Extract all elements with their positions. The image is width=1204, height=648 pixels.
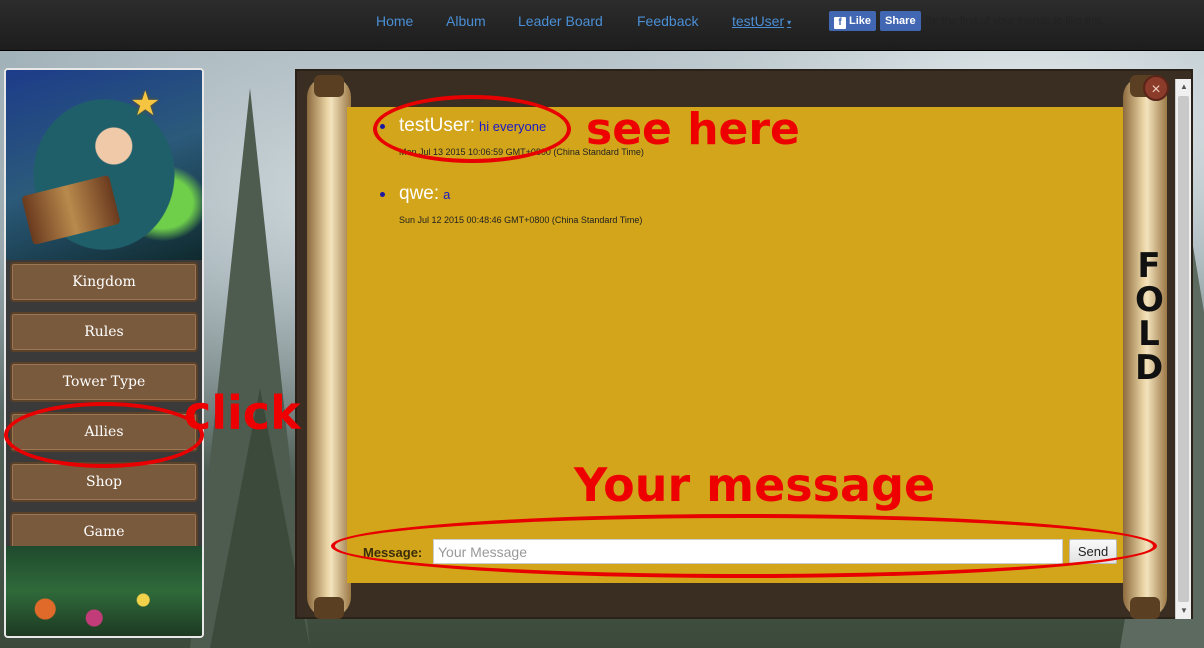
annotation-ellipse-message (331, 514, 1157, 578)
annotation-click: click (184, 386, 301, 440)
facebook-like-button[interactable]: f Like (829, 11, 877, 31)
message-text: a (443, 187, 451, 202)
message-user: qwe: (399, 183, 440, 204)
annotation-your-message: Your message (574, 458, 936, 512)
scroll-up-icon[interactable]: ▲ (1176, 79, 1192, 95)
nav-home-link[interactable]: Home (376, 13, 413, 29)
close-icon[interactable]: × (1143, 75, 1169, 101)
facebook-like-label: Like (849, 15, 872, 27)
user-menu-dropdown[interactable]: testUser ▾ (732, 13, 791, 29)
sidebar-rules-button[interactable]: Rules (10, 312, 198, 352)
fold-letter: F (1137, 246, 1161, 286)
facebook-like-text: Be the first of your friends to like thi… (925, 15, 1106, 27)
chevron-down-icon: ▾ (787, 17, 792, 27)
forest-illustration (6, 546, 202, 636)
bullet-icon (380, 192, 385, 197)
fold-letter: D (1135, 348, 1164, 388)
message-timestamp: Sun Jul 12 2015 00:48:46 GMT+0800 (China… (399, 215, 643, 225)
sidebar: ★ Kingdom Rules Tower Type Allies Shop G… (4, 68, 204, 638)
nav-leader-board-link[interactable]: Leader Board (518, 13, 603, 29)
top-navbar: Home Album Leader Board Feedback testUse… (0, 0, 1204, 51)
character-portrait: ★ (6, 70, 202, 260)
scroll-roll-left (307, 75, 351, 619)
facebook-share-button[interactable]: Share (880, 11, 921, 31)
scroll-down-icon[interactable]: ▼ (1176, 603, 1192, 619)
facebook-icon: f (834, 17, 846, 29)
scrollbar-thumb[interactable] (1178, 96, 1189, 602)
annotation-see-here: see here (586, 104, 800, 155)
sidebar-tower-type-button[interactable]: Tower Type (10, 362, 198, 402)
scroll-cap (314, 75, 344, 97)
annotation-ellipse-see-here (373, 95, 571, 163)
sidebar-kingdom-button[interactable]: Kingdom (10, 262, 198, 302)
annotation-ellipse-allies (4, 402, 204, 468)
book-illustration (21, 174, 121, 246)
fold-letter: L (1138, 314, 1160, 354)
fold-letter: O (1135, 280, 1164, 320)
sidebar-shop-button[interactable]: Shop (10, 462, 198, 502)
list-item: qwe: a Sun Jul 12 2015 00:48:46 GMT+0800 … (380, 183, 642, 225)
vertical-scrollbar[interactable]: ▲ ▼ (1175, 79, 1191, 619)
scroll-cap (1130, 597, 1160, 619)
scroll-cap (314, 597, 344, 619)
star-icon: ★ (130, 85, 161, 123)
nav-feedback-link[interactable]: Feedback (637, 13, 698, 29)
user-name: testUser (732, 13, 785, 29)
nav-album-link[interactable]: Album (446, 13, 486, 29)
fold-toggle[interactable]: F O L D (1135, 246, 1164, 388)
